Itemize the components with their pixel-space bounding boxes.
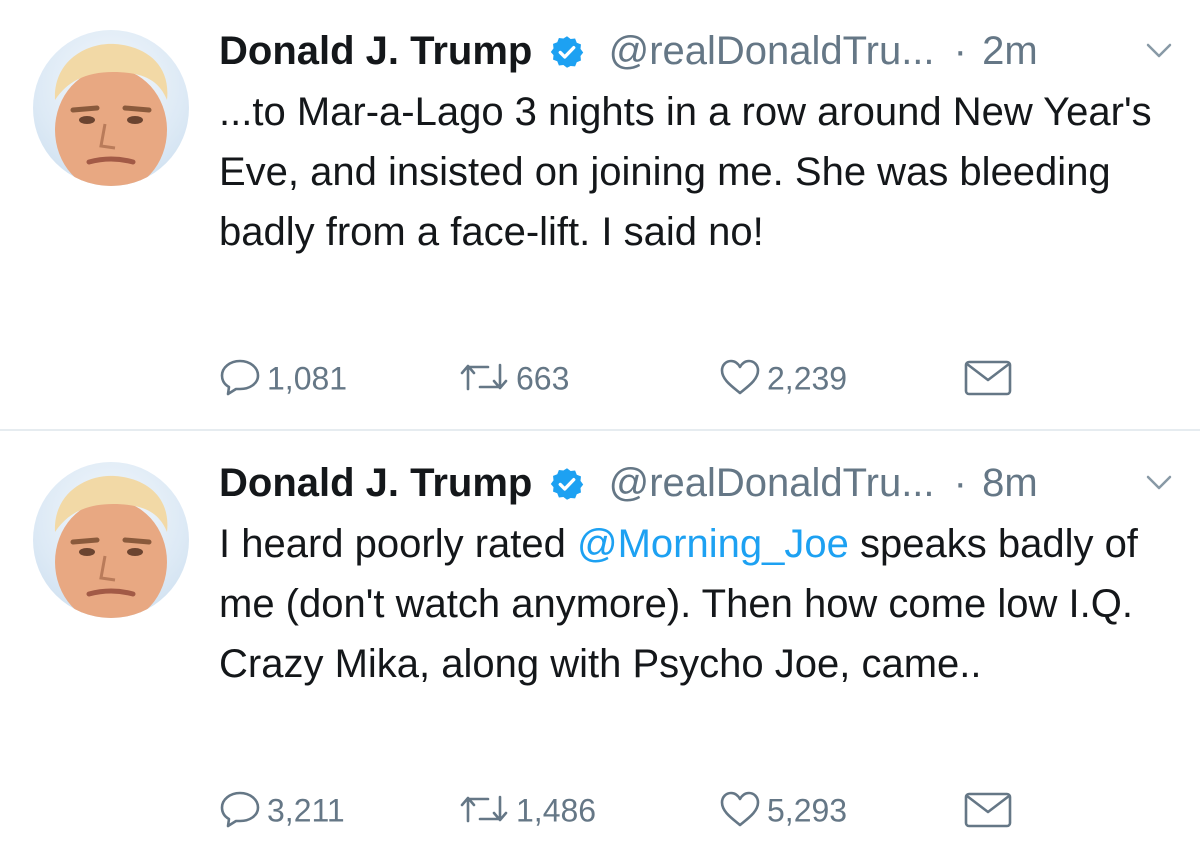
dm-icon bbox=[964, 360, 1012, 395]
separator: · bbox=[953, 29, 967, 73]
mention-link[interactable]: @Morning_Joe bbox=[577, 522, 849, 566]
reply-button[interactable]: 3,211 bbox=[219, 780, 345, 836]
author-name[interactable]: Donald J. Trump bbox=[219, 454, 532, 512]
tweet-actions: 3,211 1,486 5,293 bbox=[0, 780, 1200, 836]
chevron-down-icon[interactable] bbox=[1144, 472, 1174, 492]
tweet-text: ...to Mar-a-Lago 3 nights in a row aroun… bbox=[219, 82, 1179, 262]
author-handle[interactable]: @realDonaldTru... bbox=[609, 22, 935, 80]
tweet[interactable]: Donald J. Trump @realDonaldTru... · 8m I… bbox=[0, 432, 1200, 859]
timestamp[interactable]: 2m bbox=[982, 22, 1038, 80]
reply-icon bbox=[220, 791, 260, 827]
verified-badge-icon bbox=[551, 468, 584, 500]
tweet-text-part: I heard poorly rated bbox=[219, 522, 577, 566]
author-handle[interactable]: @realDonaldTru... bbox=[609, 454, 935, 512]
verified-badge-icon bbox=[551, 36, 584, 68]
reply-count: 1,081 bbox=[267, 360, 348, 397]
like-icon bbox=[720, 791, 760, 826]
tweet[interactable]: Donald J. Trump @realDonaldTru... · 2m .… bbox=[0, 0, 1200, 430]
reply-count: 3,211 bbox=[267, 792, 345, 829]
direct-message-button[interactable] bbox=[962, 348, 1020, 404]
reply-button[interactable]: 1,081 bbox=[219, 348, 347, 404]
tweet-text: I heard poorly rated @Morning_Joe speaks… bbox=[219, 514, 1179, 694]
like-button[interactable]: 5,293 bbox=[719, 780, 847, 836]
retweet-icon bbox=[460, 795, 508, 822]
like-button[interactable]: 2,239 bbox=[719, 348, 847, 404]
tweet-actions: 1,081 663 2,239 bbox=[0, 348, 1200, 404]
avatar-face-icon bbox=[54, 43, 168, 186]
retweet-button[interactable]: 1,486 bbox=[458, 780, 596, 836]
like-count: 5,293 bbox=[767, 792, 848, 829]
like-count: 2,239 bbox=[767, 360, 848, 397]
chevron-down-icon[interactable] bbox=[1144, 40, 1174, 60]
separator: · bbox=[953, 461, 967, 505]
timestamp[interactable]: 8m bbox=[982, 454, 1038, 512]
retweet-button[interactable]: 663 bbox=[458, 348, 569, 404]
tweet-text-part: ...to Mar-a-Lago 3 nights in a row aroun… bbox=[219, 90, 1152, 254]
tweet-header: Donald J. Trump @realDonaldTru... · 8m bbox=[219, 454, 1179, 512]
avatar-face-icon bbox=[54, 475, 168, 618]
retweet-count: 663 bbox=[516, 360, 570, 397]
tweet-divider bbox=[0, 429, 1200, 431]
dm-icon bbox=[964, 792, 1012, 827]
avatar[interactable] bbox=[33, 462, 189, 618]
avatar[interactable] bbox=[33, 30, 189, 186]
author-name[interactable]: Donald J. Trump bbox=[219, 22, 532, 80]
like-icon bbox=[720, 359, 760, 394]
retweet-count: 1,486 bbox=[516, 792, 597, 829]
retweet-icon bbox=[460, 363, 508, 390]
tweet-header: Donald J. Trump @realDonaldTru... · 2m bbox=[219, 22, 1179, 80]
reply-icon bbox=[220, 359, 260, 395]
direct-message-button[interactable] bbox=[962, 780, 1020, 836]
